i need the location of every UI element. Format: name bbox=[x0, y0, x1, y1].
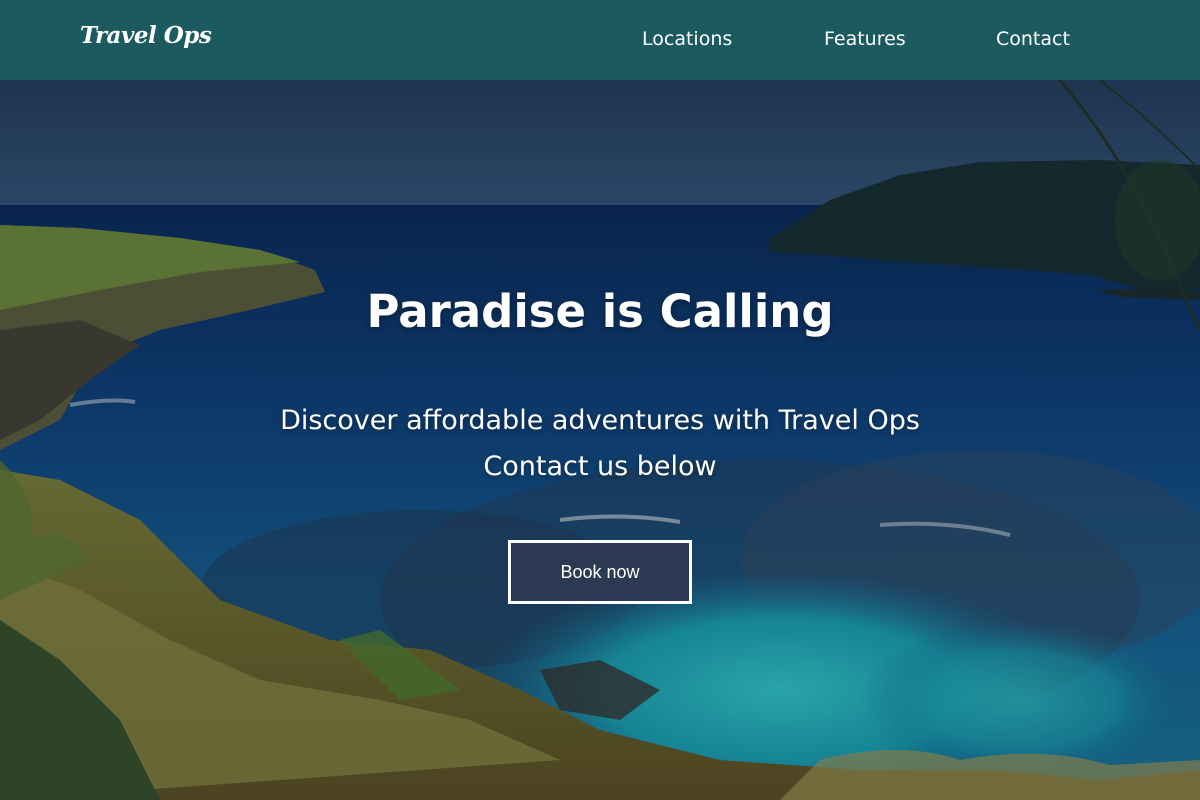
hero-title: Paradise is Calling bbox=[366, 285, 834, 338]
page: Travel Ops Locations Features Contact Pa… bbox=[0, 0, 1200, 800]
logo[interactable]: Travel Ops bbox=[80, 22, 212, 49]
hero-subtitle: Discover affordable adventures with Trav… bbox=[0, 398, 1200, 490]
hero-subtitle-line-1: Discover affordable adventures with Trav… bbox=[280, 405, 920, 436]
nav-link-features[interactable]: Features bbox=[824, 28, 906, 50]
hero-subtitle-line-2: Contact us below bbox=[483, 451, 717, 482]
book-now-button[interactable]: Book now bbox=[508, 540, 692, 604]
hero-section: Paradise is Calling Discover affordable … bbox=[0, 80, 1200, 800]
nav-link-locations[interactable]: Locations bbox=[642, 28, 732, 50]
navbar: Travel Ops Locations Features Contact bbox=[0, 0, 1200, 80]
nav-link-contact[interactable]: Contact bbox=[996, 28, 1070, 50]
nav-links: Locations Features Contact bbox=[600, 0, 1200, 80]
